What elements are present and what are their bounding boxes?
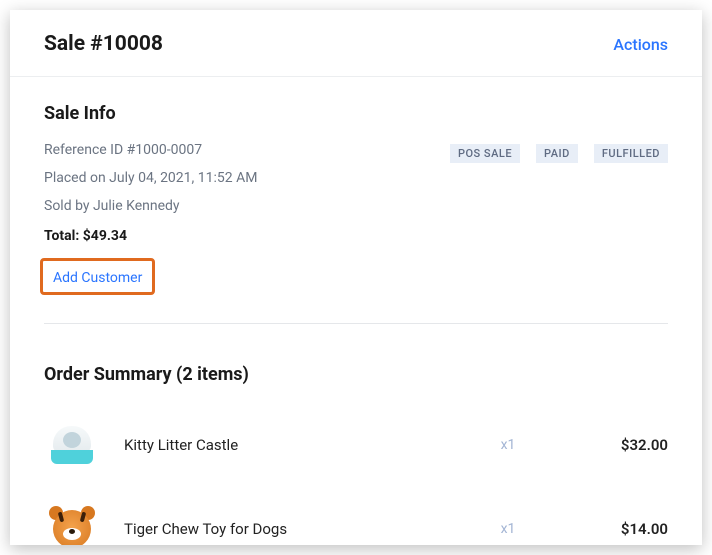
order-item: Kitty Litter Castle x1 $32.00 [44,403,668,487]
item-thumbnail [44,417,100,473]
sale-detail-page: Sale #10008 Actions Sale Info Reference … [10,10,702,545]
add-customer-highlight: Add Customer [40,258,155,295]
sold-by: Sold by Julie Kennedy [44,198,257,214]
order-summary-heading: Order Summary (2 items) [44,364,668,385]
sale-info-row: Reference ID #1000-0007 Placed on July 0… [44,142,668,244]
badge-pos-sale: POS SALE [450,144,520,163]
item-quantity: x1 [448,521,568,537]
page-content: Sale Info Reference ID #1000-0007 Placed… [10,77,702,545]
item-name: Kitty Litter Castle [124,436,448,454]
item-quantity: x1 [448,437,568,453]
item-price: $32.00 [568,436,668,454]
sale-info-lines: Reference ID #1000-0007 Placed on July 0… [44,142,257,244]
sale-info-heading: Sale Info [44,103,668,124]
badge-paid: PAID [536,144,578,163]
item-price: $14.00 [568,520,668,538]
placed-date: Placed on July 04, 2021, 11:52 AM [44,170,257,186]
order-item: Tiger Chew Toy for Dogs x1 $14.00 [44,487,668,545]
tiger-toy-icon [45,502,99,545]
item-name: Tiger Chew Toy for Dogs [124,520,448,538]
badge-fulfilled: FULFILLED [594,144,668,163]
item-thumbnail [44,501,100,545]
total-amount: Total: $49.34 [44,228,257,244]
add-customer-link[interactable]: Add Customer [53,270,142,286]
actions-button[interactable]: Actions [613,35,668,54]
reference-id: Reference ID #1000-0007 [44,142,257,158]
page-title: Sale #10008 [44,32,163,56]
kitty-litter-icon [47,420,97,470]
status-badges: POS SALE PAID FULFILLED [450,144,668,163]
section-divider [44,323,668,324]
page-header: Sale #10008 Actions [10,10,702,77]
